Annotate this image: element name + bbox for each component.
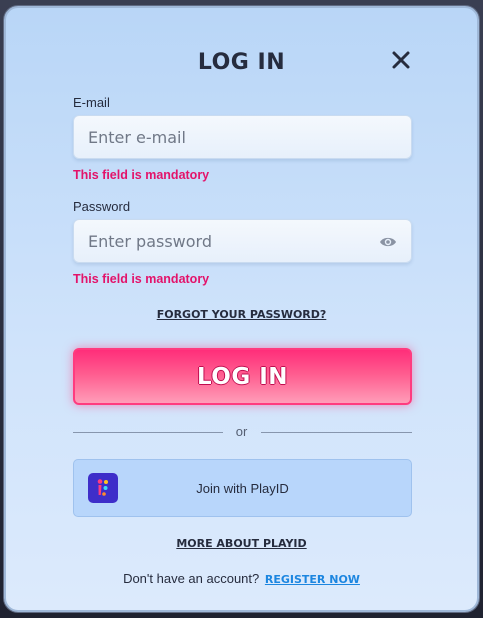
password-label: Password [73, 199, 131, 214]
register-prompt: Don't have an account? [123, 571, 260, 586]
eye-icon[interactable] [379, 234, 397, 250]
email-field[interactable] [88, 116, 368, 158]
playid-join-label: Join with PlayID [196, 481, 289, 496]
password-error: This field is mandatory [73, 272, 210, 286]
email-field-box[interactable] [73, 115, 412, 159]
login-button-label: LOG IN [196, 363, 289, 390]
close-icon[interactable] [391, 50, 411, 70]
more-about-playid-link[interactable]: MORE ABOUT PLAYID [6, 537, 477, 550]
forgot-password-link[interactable]: FORGOT YOUR PASSWORD? [6, 308, 477, 321]
register-prompt-line: Don't have an account? REGISTER NOW [6, 571, 477, 586]
login-modal: LOG IN E-mail This field is mandatory Pa… [4, 6, 479, 612]
password-field-box[interactable] [73, 219, 412, 263]
login-button[interactable]: LOG IN [73, 348, 412, 405]
email-label: E-mail [73, 95, 110, 110]
password-field[interactable] [88, 220, 368, 262]
playid-join-button[interactable]: Join with PlayID [73, 459, 412, 517]
divider-right [261, 432, 412, 433]
email-error: This field is mandatory [73, 168, 210, 182]
register-now-link[interactable]: REGISTER NOW [265, 573, 360, 586]
